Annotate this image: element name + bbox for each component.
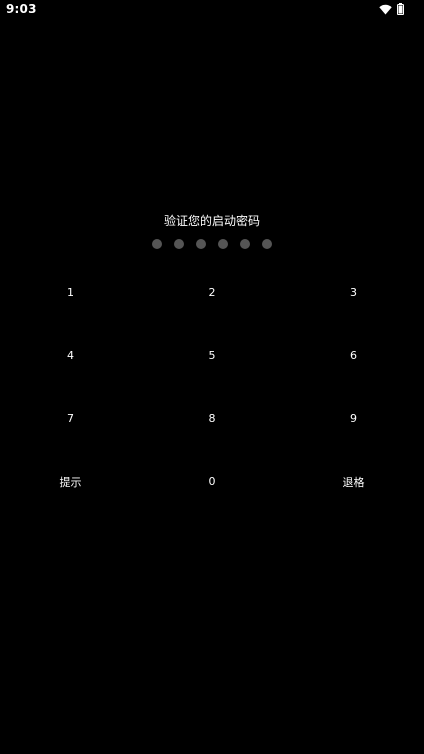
key-5[interactable]: 5 xyxy=(141,324,283,387)
key-2[interactable]: 2 xyxy=(141,261,283,324)
pin-dot xyxy=(196,239,206,249)
pin-prompt: 验证您的启动密码 xyxy=(163,214,260,228)
key-9[interactable]: 9 xyxy=(283,387,424,450)
pin-dot xyxy=(262,239,272,249)
pin-dot xyxy=(152,239,162,249)
battery-icon xyxy=(397,3,404,15)
keypad: 1 2 3 4 5 6 7 8 9 提示 0 退格 xyxy=(0,261,424,513)
keypad-row: 4 5 6 xyxy=(0,324,424,387)
hint-button[interactable]: 提示 xyxy=(0,450,141,513)
pin-dot xyxy=(218,239,228,249)
pin-dot xyxy=(174,239,184,249)
status-time: 9:03 xyxy=(6,2,37,16)
key-1[interactable]: 1 xyxy=(0,261,141,324)
key-7[interactable]: 7 xyxy=(0,387,141,450)
wifi-icon xyxy=(379,4,392,15)
key-3[interactable]: 3 xyxy=(283,261,424,324)
backspace-button[interactable]: 退格 xyxy=(283,450,424,513)
keypad-row: 1 2 3 xyxy=(0,261,424,324)
key-4[interactable]: 4 xyxy=(0,324,141,387)
keypad-row: 7 8 9 xyxy=(0,387,424,450)
key-6[interactable]: 6 xyxy=(283,324,424,387)
key-0[interactable]: 0 xyxy=(141,450,283,513)
status-bar: 9:03 xyxy=(0,0,424,20)
pin-dot xyxy=(240,239,250,249)
pin-indicator xyxy=(0,239,424,249)
key-8[interactable]: 8 xyxy=(141,387,283,450)
keypad-row: 提示 0 退格 xyxy=(0,450,424,513)
status-icons xyxy=(379,3,404,15)
